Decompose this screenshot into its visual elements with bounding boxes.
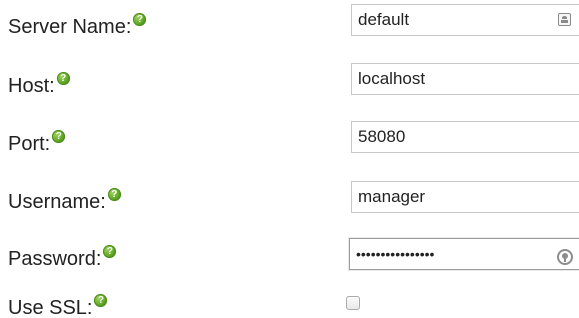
help-icon[interactable]: ? (52, 130, 66, 143)
username-label-group: Username: ? (8, 188, 121, 214)
help-icon[interactable]: ? (56, 72, 70, 85)
password-label: Password: (8, 248, 102, 270)
password-label-group: Password: ? (8, 245, 117, 271)
port-input[interactable] (351, 121, 579, 153)
host-row: Host: ? (0, 58, 579, 116)
port-row: Port: ? (0, 116, 579, 174)
use-ssl-label: Use SSL: (8, 297, 93, 318)
password-input[interactable] (349, 238, 579, 270)
use-ssl-checkbox[interactable] (346, 296, 360, 310)
host-label-group: Host: ? (8, 72, 70, 98)
server-name-input[interactable] (351, 4, 579, 36)
use-ssl-row: Use SSL: ? (0, 282, 579, 318)
server-name-row: Server Name: ? (0, 0, 579, 58)
help-icon[interactable]: ? (107, 188, 121, 201)
username-label: Username: (8, 191, 106, 213)
use-ssl-label-group: Use SSL: ? (8, 294, 108, 318)
port-label-group: Port: ? (8, 130, 66, 156)
help-icon[interactable]: ? (133, 13, 147, 26)
server-name-label: Server Name: (8, 16, 132, 38)
help-icon[interactable]: ? (94, 294, 108, 307)
help-icon[interactable]: ? (103, 245, 117, 258)
port-label: Port: (8, 133, 51, 155)
contact-card-icon[interactable] (558, 13, 571, 26)
host-input[interactable] (351, 63, 579, 95)
username-input[interactable] (351, 181, 579, 213)
host-label: Host: (8, 75, 55, 97)
key-icon[interactable] (557, 249, 573, 265)
username-row: Username: ? (0, 174, 579, 232)
server-name-label-group: Server Name: ? (8, 13, 147, 39)
